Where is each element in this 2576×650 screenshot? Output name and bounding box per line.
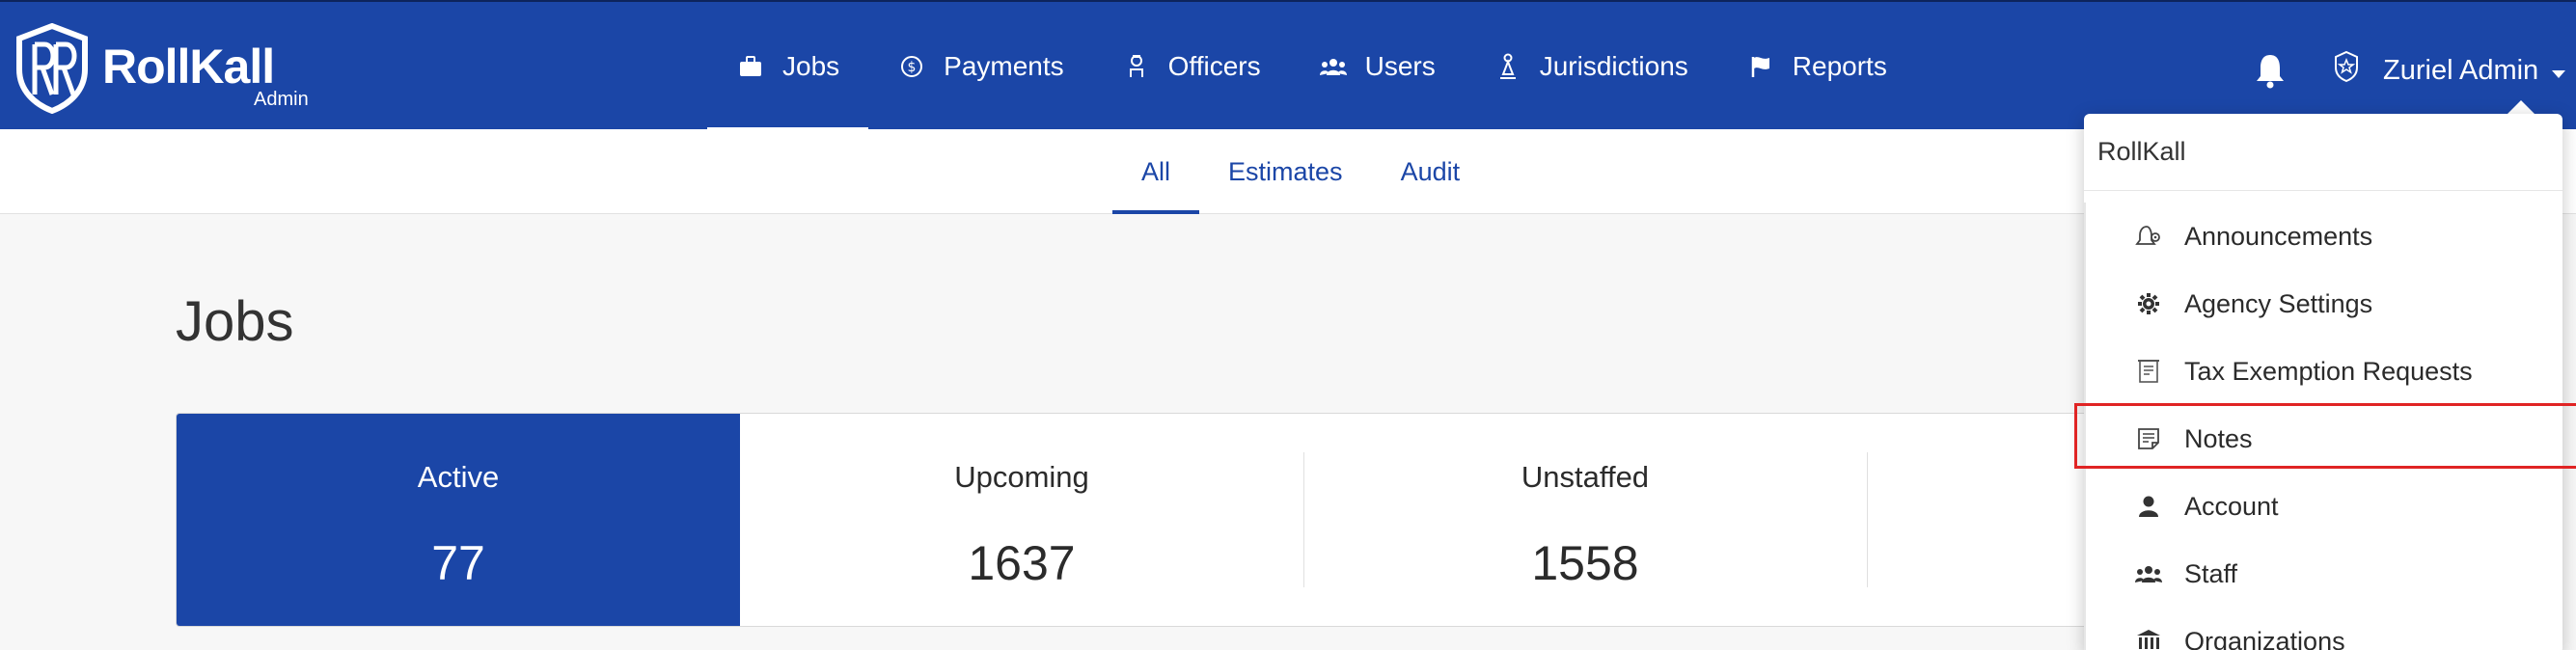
shield-logo-icon — [16, 23, 88, 114]
nav-label: Officers — [1167, 51, 1261, 81]
nav-payments[interactable]: $ Payments — [868, 2, 1093, 131]
menu-item-organizations[interactable]: Organizations — [2088, 608, 2562, 650]
menu-item-label: Staff — [2184, 558, 2238, 588]
stat-label: Active — [417, 460, 500, 494]
jobs-tabs: All Estimates Audit — [1112, 129, 1489, 214]
jurisdiction-icon — [1494, 52, 1522, 81]
stat-unstaffed[interactable]: Unstaffed 1558 — [1303, 414, 1867, 626]
user-dropdown-menu: RollKall Announcements Agency Settings T… — [2084, 114, 2562, 650]
chevron-down-icon — [2552, 55, 2566, 87]
menu-item-label: Agency Settings — [2184, 288, 2373, 318]
menu-item-label: Organizations — [2184, 626, 2345, 650]
menu-item-staff[interactable]: Staff — [2088, 540, 2562, 608]
notifications-bell-icon[interactable] — [2254, 52, 2287, 94]
nav-jurisdictions[interactable]: Jurisdictions — [1465, 2, 1717, 131]
nav-reports[interactable]: Reports — [1717, 2, 1916, 131]
dollar-circle-icon: $ — [897, 52, 926, 81]
briefcase-icon — [736, 52, 765, 81]
nav-jobs[interactable]: Jobs — [707, 2, 869, 131]
stat-value: 1558 — [1531, 536, 1639, 590]
person-icon — [2134, 492, 2163, 521]
building-icon — [2134, 627, 2163, 650]
nav-label: Jurisdictions — [1539, 51, 1688, 81]
dropdown-org-header: RollKall — [2084, 114, 2562, 191]
menu-item-tax-exemption[interactable]: Tax Exemption Requests — [2088, 338, 2562, 405]
stat-value: 1637 — [968, 536, 1076, 590]
brand-sub: Admin — [254, 89, 309, 110]
nav-label: Users — [1364, 51, 1436, 81]
stat-active[interactable]: Active 77 — [177, 414, 740, 626]
menu-item-agency-settings[interactable]: Agency Settings — [2088, 270, 2562, 338]
officer-icon — [1122, 52, 1151, 81]
announcement-bell-icon — [2134, 222, 2163, 251]
svg-text:$: $ — [908, 60, 917, 75]
gear-icon — [2134, 289, 2163, 318]
tab-all[interactable]: All — [1112, 129, 1200, 214]
top-navbar: RollKall Admin Jobs $ Payments Officers — [0, 0, 2576, 131]
nav-label: Jobs — [782, 51, 840, 81]
page-title: Jobs — [176, 290, 294, 353]
user-menu-toggle[interactable]: Zuriel Admin — [2333, 50, 2566, 91]
tab-audit[interactable]: Audit — [1372, 129, 1490, 214]
stat-label: Upcoming — [954, 460, 1089, 494]
officer-badge-icon — [2333, 50, 2360, 91]
user-name: Zuriel Admin — [2383, 54, 2539, 86]
stat-value: 77 — [431, 536, 485, 590]
menu-item-announcements[interactable]: Announcements — [2088, 203, 2562, 270]
nav-label: Reports — [1792, 51, 1887, 81]
tab-estimates[interactable]: Estimates — [1199, 129, 1372, 214]
flag-icon — [1746, 52, 1775, 81]
stat-upcoming[interactable]: Upcoming 1637 — [740, 414, 1303, 626]
rollkall-logo[interactable]: RollKall Admin — [14, 23, 313, 114]
stat-label: Unstaffed — [1521, 460, 1650, 494]
users-icon — [1319, 52, 1348, 81]
note-icon — [2134, 424, 2163, 453]
brand-name: RollKall — [102, 40, 275, 94]
menu-item-account[interactable]: Account — [2088, 473, 2562, 540]
dropdown-list: Announcements Agency Settings Tax Exempt… — [2084, 203, 2562, 650]
users-icon — [2134, 559, 2163, 588]
nav-officers[interactable]: Officers — [1093, 2, 1290, 131]
menu-item-label: Notes — [2184, 423, 2253, 453]
menu-item-label: Tax Exemption Requests — [2184, 356, 2473, 386]
main-nav: Jobs $ Payments Officers Users Jurisdict… — [707, 2, 1916, 131]
menu-item-label: Account — [2184, 491, 2279, 521]
menu-item-label: Announcements — [2184, 221, 2373, 251]
nav-label: Payments — [944, 51, 1064, 81]
nav-users[interactable]: Users — [1290, 2, 1465, 131]
menu-item-notes[interactable]: Notes — [2088, 405, 2562, 473]
receipt-icon — [2134, 357, 2163, 386]
